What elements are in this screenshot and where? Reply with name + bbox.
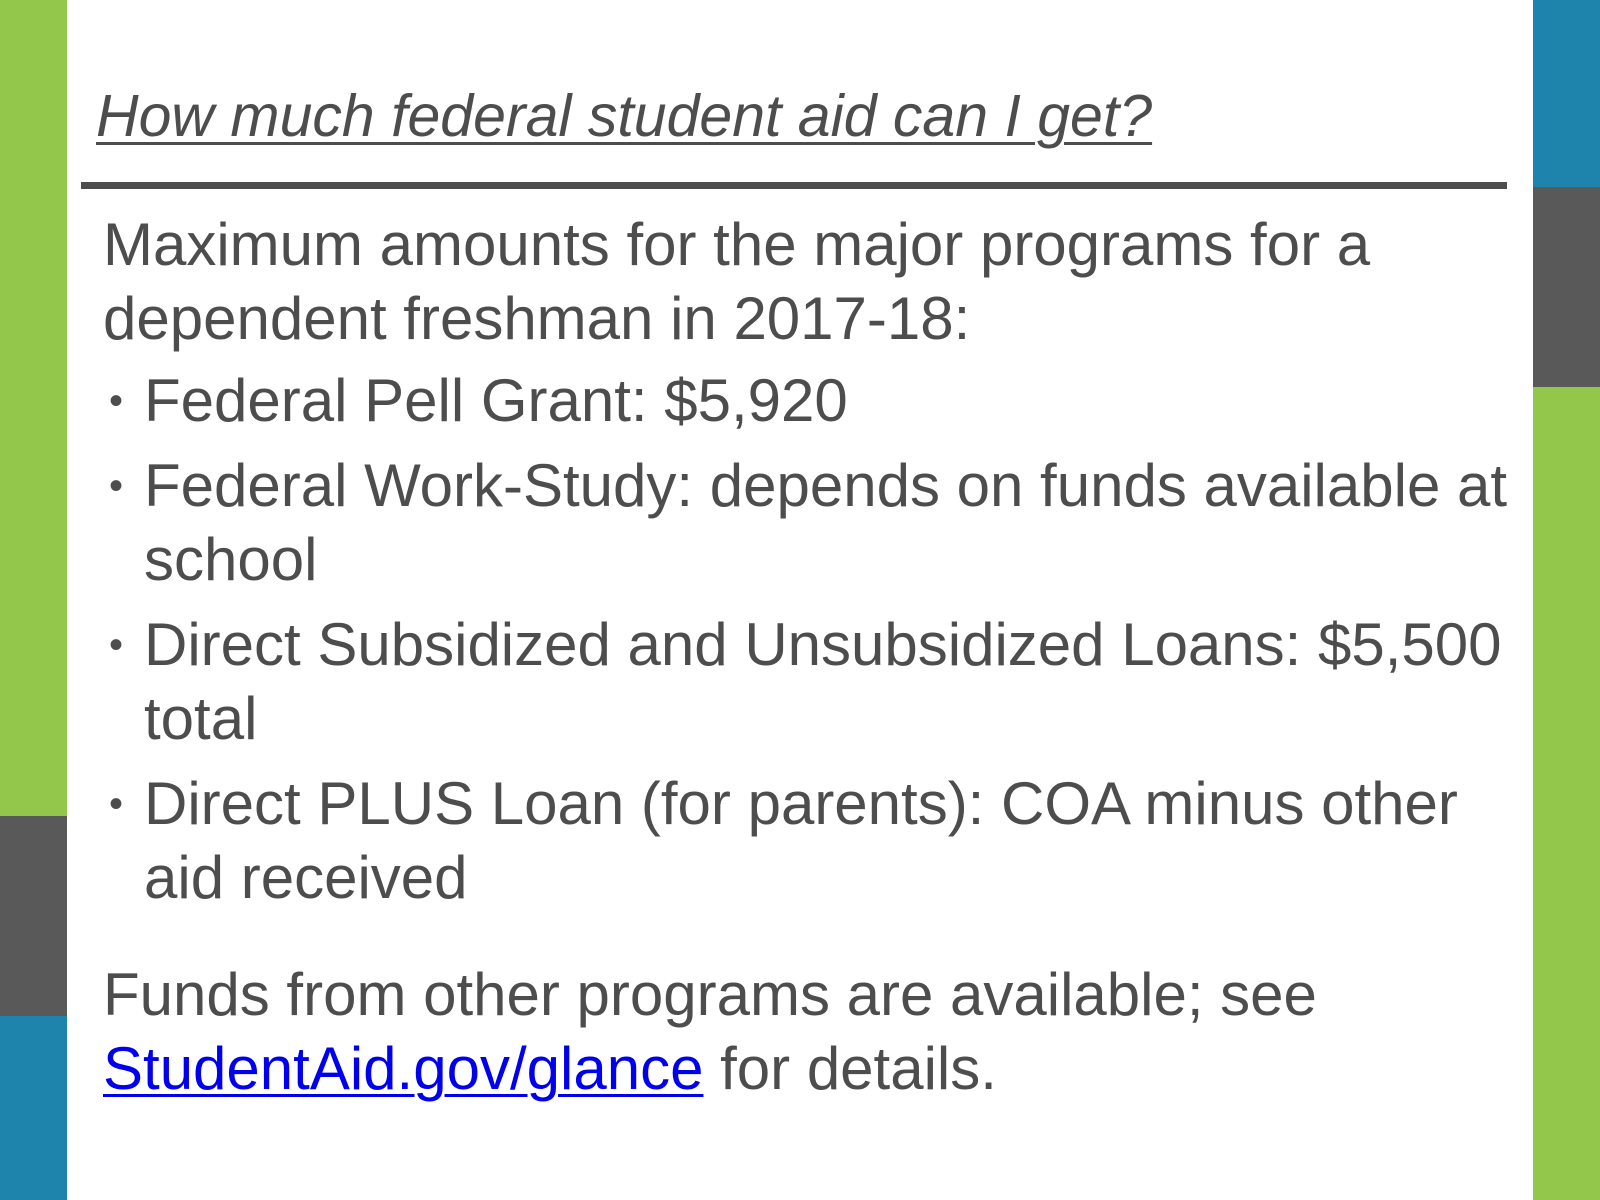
bullet-icon: • <box>109 379 124 423</box>
left-gray-accent-bar <box>0 816 67 1016</box>
slide-title: How much federal student aid can I get? <box>96 83 1153 149</box>
list-item-pell-grant: • Federal Pell Grant: $5,920 <box>103 364 1523 438</box>
footer-text-after-link: for details. <box>720 1035 997 1102</box>
list-item-text: Direct PLUS Loan (for parents): COA minu… <box>144 770 1458 911</box>
list-item-text: Federal Work-Study: depends on funds ava… <box>144 452 1508 593</box>
slide-body: Maximum amounts for the major programs f… <box>103 208 1523 1106</box>
right-blue-accent-bar <box>1533 0 1600 187</box>
list-item-plus-loan: • Direct PLUS Loan (for parents): COA mi… <box>103 767 1523 915</box>
footer-text-before-link: Funds from other programs are available;… <box>103 961 1317 1028</box>
list-item-text: Direct Subsidized and Unsubsidized Loans… <box>144 611 1502 752</box>
title-divider <box>81 182 1507 189</box>
bullet-icon: • <box>109 782 124 826</box>
program-list: • Federal Pell Grant: $5,920 • Federal W… <box>103 364 1523 915</box>
intro-text: Maximum amounts for the major programs f… <box>103 211 1371 352</box>
right-gray-accent-bar <box>1533 187 1600 387</box>
list-item-work-study: • Federal Work-Study: depends on funds a… <box>103 449 1523 597</box>
footer-text: Funds from other programs are available;… <box>103 958 1503 1106</box>
bullet-icon: • <box>109 623 124 667</box>
left-blue-accent-bar <box>0 1016 67 1200</box>
left-green-accent-bar <box>0 0 67 816</box>
list-item-text: Federal Pell Grant: $5,920 <box>144 367 848 434</box>
right-green-accent-bar <box>1533 387 1600 1200</box>
bullet-icon: • <box>109 464 124 508</box>
list-item-direct-loans: • Direct Subsidized and Unsubsidized Loa… <box>103 608 1523 756</box>
studentaid-glance-link[interactable]: StudentAid.gov/glance <box>103 1035 703 1102</box>
